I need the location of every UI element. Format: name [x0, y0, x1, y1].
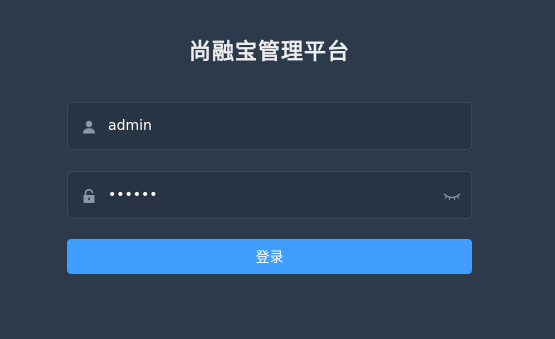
page-title: 尚融宝管理平台 [188, 40, 350, 65]
user-icon [82, 119, 96, 134]
username-input[interactable] [108, 103, 438, 149]
username-field [67, 102, 472, 150]
login-button[interactable]: 登录 [67, 239, 472, 274]
lock-icon [82, 188, 96, 203]
password-field [67, 171, 472, 219]
eye-closed-icon[interactable] [443, 188, 461, 202]
password-input[interactable] [108, 172, 438, 218]
